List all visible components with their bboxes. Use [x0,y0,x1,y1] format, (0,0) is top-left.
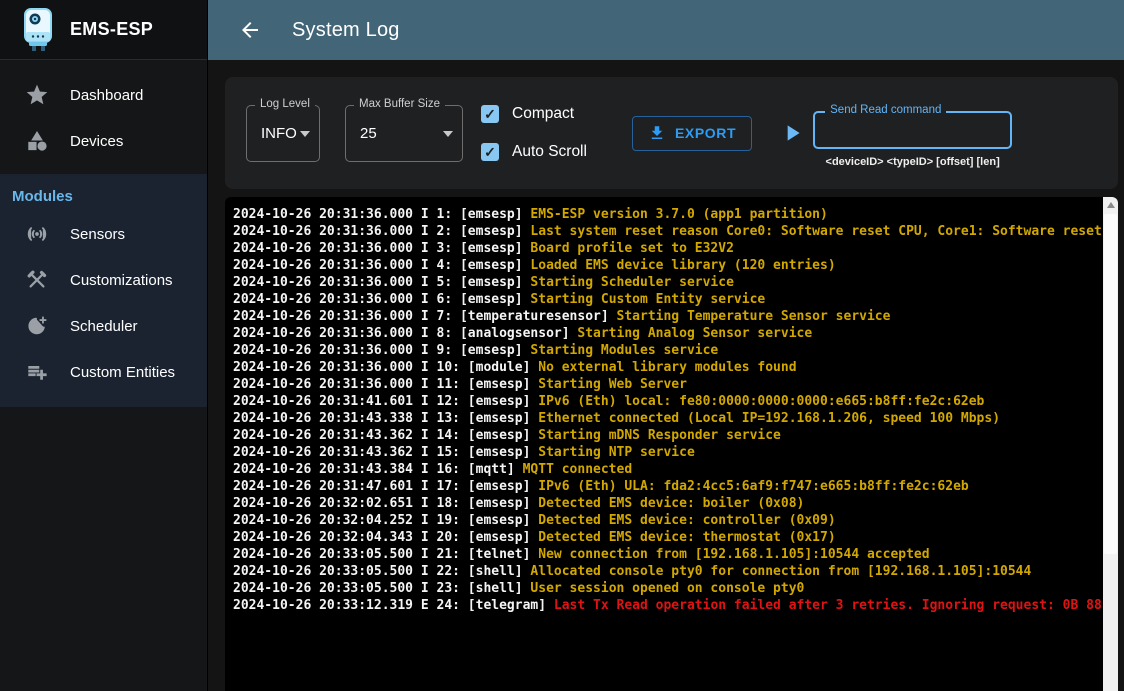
clock-plus-icon [25,314,49,338]
log-line: 2024-10-26 20:32:02.651 I 18: [emsesp] D… [233,495,1102,512]
send-read-command-group: Send Read command <deviceID> <typeID> [o… [813,111,1012,168]
modules-section: Modules Sensors [0,174,207,407]
log-output: 2024-10-26 20:31:36.000 I 1: [emsesp] EM… [233,206,1102,691]
log-level-value: INFO [247,125,297,142]
auto-scroll-checkbox[interactable]: ✓ Auto Scroll [481,133,587,171]
auto-scroll-checkbox-label: Auto Scroll [512,143,587,161]
log-line: 2024-10-26 20:31:36.000 I 6: [emsesp] St… [233,291,1102,308]
log-line: 2024-10-26 20:31:43.384 I 16: [mqtt] MQT… [233,461,1102,478]
sidebar-item-custom-entities[interactable]: Custom Entities [0,349,207,395]
send-read-command-label: Send Read command [825,104,946,116]
sidebar-item-label: Scheduler [70,318,138,335]
log-line: 2024-10-26 20:31:43.362 I 14: [emsesp] S… [233,427,1102,444]
log-line: 2024-10-26 20:33:05.500 I 23: [shell] Us… [233,580,1102,597]
tools-icon [25,268,49,292]
log-line: 2024-10-26 20:31:41.601 I 12: [emsesp] I… [233,393,1102,410]
antenna-signal-icon [25,222,49,246]
sidebar-nav: Dashboard Devices Modules Se [0,60,207,407]
main-content: Log Level INFO Max Buffer Size 25 ✓ Comp… [208,60,1124,691]
download-icon [648,124,666,142]
log-line: 2024-10-26 20:31:36.000 I 10: [module] N… [233,359,1102,376]
top-app-bar: System Log [208,0,1124,60]
checkbox-group: ✓ Compact ✓ Auto Scroll [481,95,587,171]
checkbox-checked-icon: ✓ [481,143,499,161]
chevron-down-icon [443,131,453,137]
log-line: 2024-10-26 20:32:04.252 I 19: [emsesp] D… [233,512,1102,529]
send-read-command-helper: <deviceID> <typeID> [offset] [len] [813,156,1012,168]
log-line: 2024-10-26 20:31:36.000 I 1: [emsesp] EM… [233,206,1102,223]
log-line: 2024-10-26 20:31:36.000 I 11: [emsesp] S… [233,376,1102,393]
sidebar-item-devices[interactable]: Devices [0,118,207,164]
compact-checkbox[interactable]: ✓ Compact [481,95,587,133]
star-icon [25,83,49,107]
sidebar-item-scheduler[interactable]: Scheduler [0,303,207,349]
scrollbar-thumb[interactable] [1104,214,1117,554]
log-line: 2024-10-26 20:31:43.338 I 13: [emsesp] E… [233,410,1102,427]
log-controls-card: Log Level INFO Max Buffer Size 25 ✓ Comp… [225,77,1118,189]
sidebar-header: EMS-ESP [0,0,207,60]
send-command-play-button[interactable] [779,120,805,146]
sidebar-item-label: Devices [70,133,123,150]
max-buffer-size-select[interactable]: Max Buffer Size 25 [345,105,463,162]
export-button[interactable]: EXPORT [632,116,752,151]
app-root: EMS-ESP Dashboard Devices Modules [0,0,1124,691]
scroll-up-button[interactable] [1103,197,1118,213]
scroll-up-arrow-icon [1107,202,1115,208]
log-line: 2024-10-26 20:31:36.000 I 4: [emsesp] Lo… [233,257,1102,274]
ems-esp-logo-icon [20,8,56,52]
compact-checkbox-label: Compact [512,105,574,123]
max-buffer-size-label: Max Buffer Size [354,98,445,110]
log-line: 2024-10-26 20:31:36.000 I 3: [emsesp] Bo… [233,240,1102,257]
play-icon [779,120,805,146]
category-shapes-icon [25,129,49,153]
log-line: 2024-10-26 20:31:36.000 I 2: [emsesp] La… [233,223,1102,240]
playlist-add-icon [25,360,49,384]
sidebar-item-sensors[interactable]: Sensors [0,211,207,257]
log-line: 2024-10-26 20:31:36.000 I 5: [emsesp] St… [233,274,1102,291]
sidebar: EMS-ESP Dashboard Devices Modules [0,0,208,691]
log-line: 2024-10-26 20:31:36.000 I 8: [analogsens… [233,325,1102,342]
send-read-command-input[interactable]: Send Read command [813,111,1012,149]
log-line: 2024-10-26 20:32:04.343 I 20: [emsesp] D… [233,529,1102,546]
log-line: 2024-10-26 20:31:47.601 I 17: [emsesp] I… [233,478,1102,495]
log-level-label: Log Level [255,98,315,110]
system-log-panel: 2024-10-26 20:31:36.000 I 1: [emsesp] EM… [225,197,1118,691]
log-line: 2024-10-26 20:33:12.319 E 24: [telegram]… [233,597,1102,614]
page-title: System Log [292,19,400,42]
log-line: 2024-10-26 20:31:36.000 I 7: [temperatur… [233,308,1102,325]
sidebar-item-customizations[interactable]: Customizations [0,257,207,303]
log-line: 2024-10-26 20:33:05.500 I 22: [shell] Al… [233,563,1102,580]
app-title: EMS-ESP [70,19,153,40]
log-scrollbar[interactable] [1103,197,1118,691]
sidebar-item-dashboard[interactable]: Dashboard [0,72,207,118]
log-line: 2024-10-26 20:31:36.000 I 9: [emsesp] St… [233,342,1102,359]
sidebar-item-label: Customizations [70,272,173,289]
log-line: 2024-10-26 20:31:43.362 I 15: [emsesp] S… [233,444,1102,461]
sidebar-item-label: Custom Entities [70,364,175,381]
chevron-down-icon [300,131,310,137]
max-buffer-size-value: 25 [346,125,377,142]
export-button-label: EXPORT [675,125,736,141]
sidebar-item-label: Sensors [70,226,125,243]
log-line: 2024-10-26 20:33:05.500 I 21: [telnet] N… [233,546,1102,563]
back-arrow-button[interactable] [238,18,262,42]
log-level-select[interactable]: Log Level INFO [246,105,320,162]
modules-section-header: Modules [0,182,207,211]
sidebar-item-label: Dashboard [70,87,143,104]
checkbox-checked-icon: ✓ [481,105,499,123]
